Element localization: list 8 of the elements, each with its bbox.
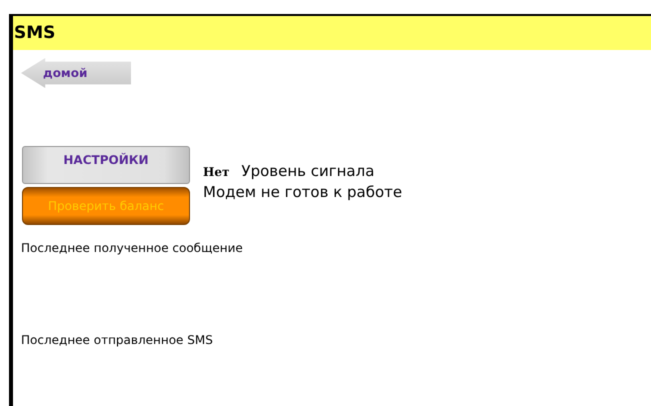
- signal-label: Уровень сигнала: [241, 162, 374, 180]
- home-back-button[interactable]: домой: [21, 58, 131, 88]
- settings-button[interactable]: НАСТРОЙКИ: [22, 146, 190, 184]
- modem-status: Модем не готов к работе: [203, 183, 402, 201]
- signal-value: Нет: [203, 165, 230, 179]
- last-received-label: Последнее полученное сообщение: [21, 241, 243, 255]
- page-title: SMS: [14, 23, 56, 43]
- last-sent-label: Последнее отправленное SMS: [21, 333, 213, 347]
